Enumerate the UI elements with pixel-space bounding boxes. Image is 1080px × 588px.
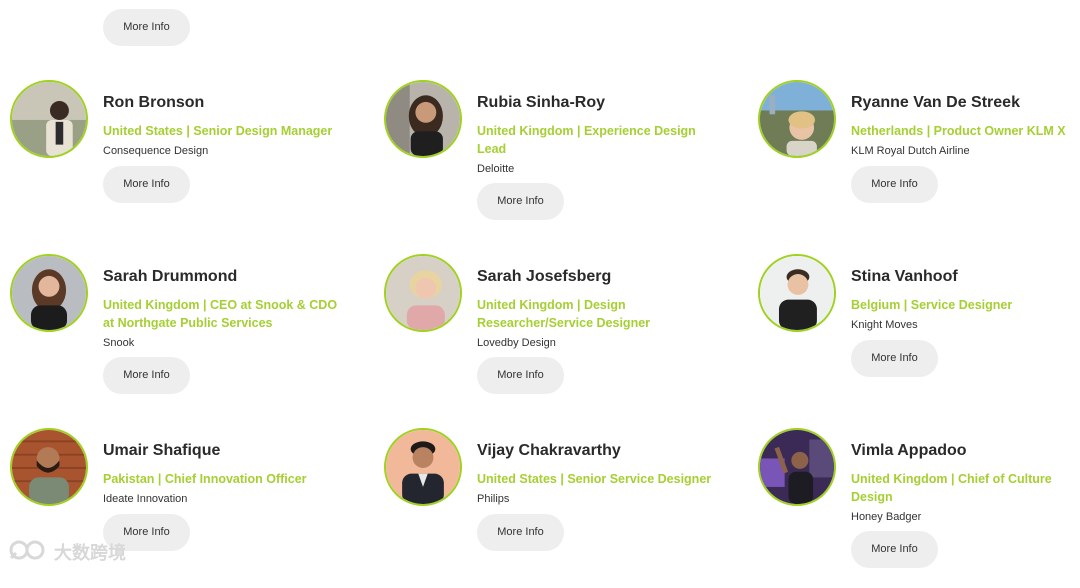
speaker-role: United Kingdom | Design Researcher/Servi… [477,298,651,330]
more-info-button[interactable]: More Info [851,166,938,203]
speaker-company: Knight Moves [851,319,918,331]
speaker-card: Ryanne Van De Streek Netherlands | Produ… [758,80,1080,240]
avatar [758,80,836,158]
speaker-role: United States | Senior Design Manager [103,124,333,138]
speaker-company: Snook [103,337,135,349]
speaker-card: Stina Vanhoof Belgium | Service Designer… [758,254,1080,414]
speaker-company: Lovedby Design [477,337,556,349]
more-info-button[interactable]: More Info [103,9,190,46]
watermark: 大数跨境 [8,539,126,565]
speaker-role: Belgium | Service Designer [851,298,1013,312]
speaker-role: United Kingdom | Chief of Culture Design [851,472,1052,504]
avatar [758,254,836,332]
speaker-card: Sarah Drummond United Kingdom | CEO at S… [10,254,350,414]
logo-icon [8,539,48,566]
more-info-button[interactable]: More Info [103,357,190,394]
speaker-name: Ryanne Van De Streek [851,94,1020,111]
speaker-role: United Kingdom | CEO at Snook & CDO at N… [103,298,338,330]
speaker-company: KLM Royal Dutch Airline [851,145,970,157]
more-info-button[interactable]: More Info [103,166,190,203]
more-info-button[interactable]: More Info [477,357,564,394]
speaker-company: Consequence Design [103,145,209,157]
avatar [10,254,88,332]
speaker-name: Sarah Drummond [103,268,238,285]
avatar [10,428,88,506]
speaker-name: Rubia Sinha-Roy [477,94,606,111]
speaker-card: Ron Bronson United States | Senior Desig… [10,80,350,240]
avatar [384,254,462,332]
speaker-card: Rubia Sinha-Roy United Kingdom | Experie… [384,80,724,240]
more-info-button[interactable]: More Info [477,514,564,551]
speaker-name: Stina Vanhoof [851,268,958,285]
speaker-name: Umair Shafique [103,442,221,459]
speaker-name: Vijay Chakravarthy [477,442,621,459]
avatar [10,80,88,158]
speaker-company: Philips [477,493,510,505]
speaker-name: Sarah Josefsberg [477,268,612,285]
speaker-role: United States | Senior Service Designer [477,472,712,486]
speaker-role: Netherlands | Product Owner KLM X [851,124,1066,138]
speaker-card: Vijay Chakravarthy United States | Senio… [384,428,724,588]
speaker-name: Vimla Appadoo [851,442,967,459]
speaker-company: Honey Badger [851,511,922,523]
speaker-company: Deloitte [477,163,515,175]
avatar [384,80,462,158]
speaker-card: Vimla Appadoo United Kingdom | Chief of … [758,428,1080,588]
watermark-text: 大数跨境 [54,543,126,563]
more-info-button[interactable]: More Info [477,183,564,220]
avatar [758,428,836,506]
more-info-button[interactable]: More Info [851,531,938,568]
speaker-card: Sarah Josefsberg United Kingdom | Design… [384,254,724,414]
speaker-role: Pakistan | Chief Innovation Officer [103,472,307,486]
more-info-button[interactable]: More Info [851,340,938,377]
avatar [384,428,462,506]
speaker-company: Ideate Innovation [103,493,188,505]
speaker-role: United Kingdom | Experience Design Lead [477,124,696,156]
speaker-name: Ron Bronson [103,94,205,111]
